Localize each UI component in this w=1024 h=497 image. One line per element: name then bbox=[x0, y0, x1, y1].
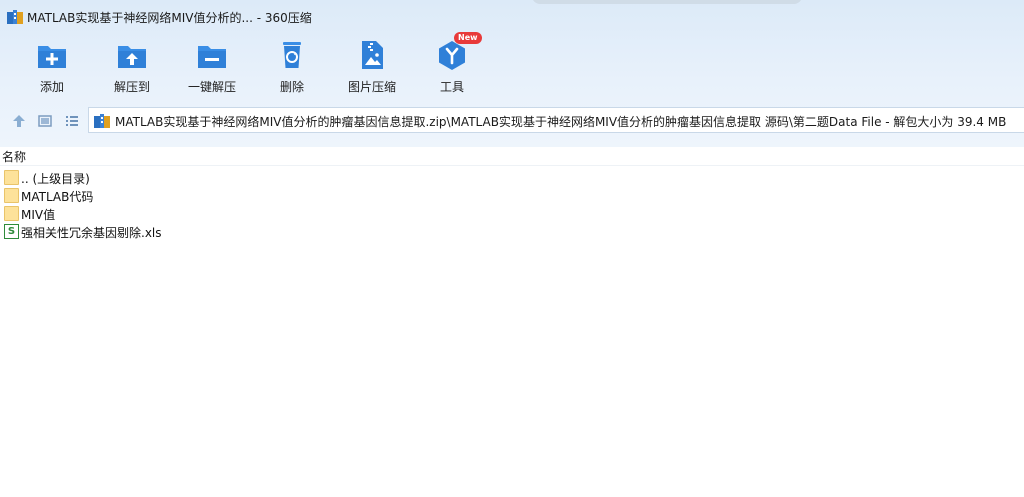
address-path: MATLAB实现基于神经网络MIV值分析的肿瘤基因信息提取.zip\MATLAB… bbox=[115, 115, 1007, 129]
spreadsheet-icon: S bbox=[4, 224, 19, 239]
file-list: 名称 .. (上级目录) MATLAB代码 MIV值 S 强相关性冗余基因剔除.… bbox=[0, 147, 1024, 497]
delete-label: 删除 bbox=[279, 80, 304, 94]
file-name: MIV值 bbox=[21, 208, 56, 222]
navigation-bar: MATLAB实现基于神经网络MIV值分析的肿瘤基因信息提取.zip\MATLAB… bbox=[0, 107, 1024, 135]
file-name: MATLAB代码 bbox=[21, 190, 94, 204]
zip-file-icon bbox=[94, 114, 110, 128]
extract-to-button[interactable]: 解压到 bbox=[92, 36, 172, 98]
file-name: 强相关性冗余基因剔除.xls bbox=[21, 226, 162, 240]
window-title: MATLAB实现基于神经网络MIV值分析的... - 360压缩 bbox=[27, 11, 312, 25]
thumbnail-view-icon[interactable] bbox=[37, 113, 53, 129]
archive-app-icon bbox=[7, 10, 23, 24]
delete-icon bbox=[283, 42, 301, 68]
title-decoration bbox=[532, 0, 802, 4]
add-button[interactable]: 添加 bbox=[12, 36, 92, 98]
file-name: .. (上级目录) bbox=[21, 172, 90, 186]
address-bar[interactable]: MATLAB实现基于神经网络MIV值分析的肿瘤基因信息提取.zip\MATLAB… bbox=[88, 107, 1024, 133]
tools-label: 工具 bbox=[439, 80, 464, 94]
tools-icon bbox=[439, 41, 465, 70]
extract-to-icon bbox=[118, 46, 146, 68]
folder-icon bbox=[4, 170, 19, 185]
one-click-extract-icon bbox=[198, 46, 226, 68]
toolbar: 添加 解压到 一键解压 删除 图片压缩 New 工具 bbox=[0, 32, 1024, 98]
header-area: MATLAB实现基于神经网络MIV值分析的... - 360压缩 添加 解压到 bbox=[0, 0, 1024, 147]
header-divider bbox=[0, 165, 1024, 166]
list-view-icon[interactable] bbox=[64, 113, 80, 129]
title-bar: MATLAB实现基于神经网络MIV值分析的... - 360压缩 bbox=[0, 0, 1024, 34]
column-header-name[interactable]: 名称 bbox=[2, 148, 26, 165]
folder-icon bbox=[4, 206, 19, 221]
delete-button[interactable]: 删除 bbox=[252, 36, 332, 98]
image-compress-icon bbox=[362, 41, 383, 69]
add-label: 添加 bbox=[39, 80, 64, 94]
folder-icon bbox=[4, 188, 19, 203]
new-badge: New bbox=[454, 32, 482, 44]
extract-to-label: 解压到 bbox=[113, 80, 150, 94]
tools-button[interactable]: New 工具 bbox=[412, 32, 492, 98]
image-compress-button[interactable]: 图片压缩 bbox=[332, 36, 412, 98]
one-click-extract-label: 一键解压 bbox=[187, 80, 236, 94]
add-icon bbox=[38, 46, 66, 68]
up-arrow-icon[interactable] bbox=[11, 113, 27, 129]
image-compress-label: 图片压缩 bbox=[347, 80, 396, 94]
one-click-extract-button[interactable]: 一键解压 bbox=[172, 36, 252, 98]
